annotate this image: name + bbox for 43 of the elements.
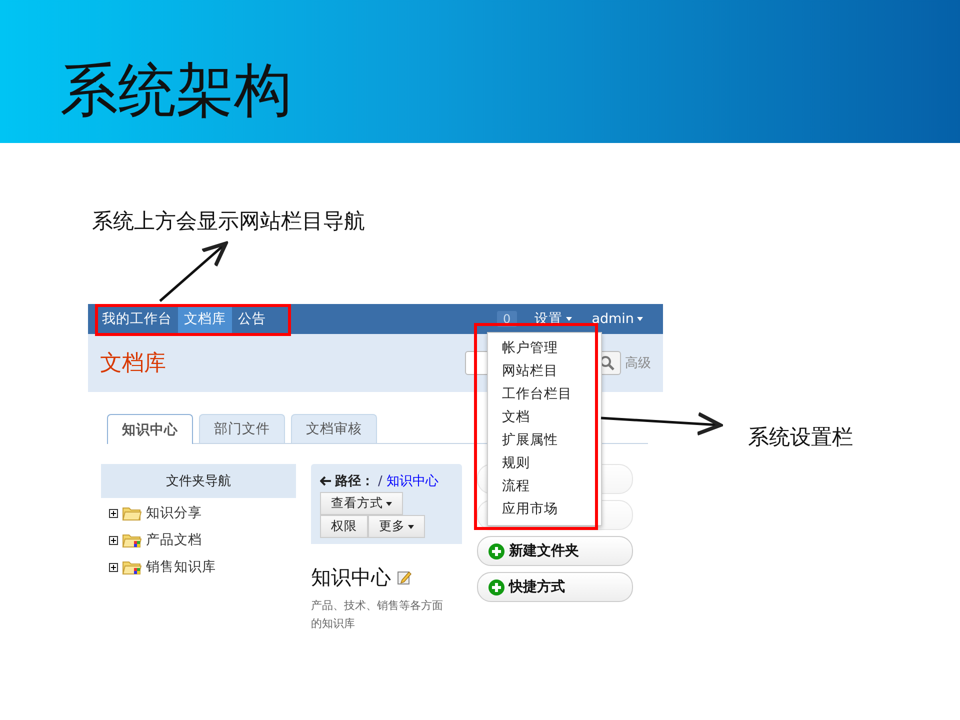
slide-title: 系统架构 bbox=[60, 56, 292, 126]
folder-item[interactable]: 知识分享 bbox=[146, 504, 202, 522]
expand-icon[interactable] bbox=[109, 536, 118, 544]
folder-item[interactable]: 销售知识库 bbox=[146, 558, 216, 576]
path-label: 路径： bbox=[335, 473, 374, 490]
panel-header: 文件夹导航 bbox=[101, 464, 296, 498]
back-arrow-icon[interactable] bbox=[320, 476, 331, 486]
folder-item[interactable]: 产品文档 bbox=[146, 531, 202, 549]
action-button[interactable]: 快捷方式 bbox=[477, 572, 633, 602]
folder-title: 知识中心 bbox=[311, 564, 391, 591]
folder-icon bbox=[122, 505, 142, 521]
folder-description: 产品、技术、销售等各方面的知识库 bbox=[311, 598, 444, 632]
menu-item[interactable]: 流程 bbox=[488, 475, 601, 498]
tab[interactable]: 知识中心 bbox=[107, 414, 193, 444]
path-link[interactable]: 知识中心 bbox=[386, 472, 438, 490]
pointer-arrow bbox=[159, 241, 228, 302]
tab[interactable]: 部门文件 bbox=[199, 414, 285, 443]
nav-item[interactable]: 我的工作台 bbox=[96, 304, 178, 334]
action-button[interactable]: 新建文件夹 bbox=[477, 536, 633, 566]
annotation-text: 系统上方会显示网站栏目导航 bbox=[92, 208, 365, 235]
menu-item[interactable]: 文档 bbox=[488, 406, 601, 429]
menu-item[interactable]: 应用市场 bbox=[488, 498, 601, 521]
shared-folder-icon bbox=[122, 559, 142, 575]
menu-item[interactable]: 扩展属性 bbox=[488, 429, 601, 452]
menu-item[interactable]: 工作台栏目 bbox=[488, 383, 601, 406]
shared-folder-icon bbox=[122, 532, 142, 548]
user-menu[interactable]: admin bbox=[592, 304, 643, 334]
plus-icon bbox=[488, 542, 505, 560]
toolbar-button[interactable]: 权限 bbox=[320, 515, 368, 538]
toolbar-button[interactable]: 查看方式 bbox=[320, 492, 403, 515]
menu-item[interactable]: 帐户管理 bbox=[488, 337, 601, 360]
tab[interactable]: 文档审核 bbox=[291, 414, 377, 443]
toolbar-button[interactable]: 更多 bbox=[368, 515, 425, 538]
annotation-text: 系统设置栏 bbox=[748, 424, 853, 451]
expand-icon[interactable] bbox=[109, 508, 118, 518]
menu-item[interactable]: 规则 bbox=[488, 452, 601, 475]
expand-icon[interactable] bbox=[109, 562, 118, 572]
nav-item[interactable]: 公告 bbox=[232, 304, 272, 334]
plus-icon bbox=[488, 578, 505, 596]
path-separator: / bbox=[378, 474, 382, 488]
page-title: 文档库 bbox=[100, 350, 166, 378]
edit-icon[interactable] bbox=[397, 570, 412, 585]
menu-item[interactable]: 网站栏目 bbox=[488, 360, 601, 383]
